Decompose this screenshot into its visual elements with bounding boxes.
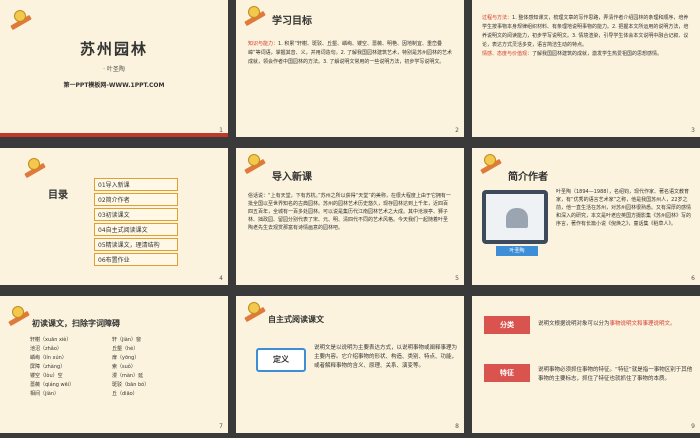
body-text: 1. 整体感知课文，梳理文章的写作思路，弄清作者介绍园林的条理和顺序，培养学生按… [482,15,689,48]
slide-number: 8 [455,423,459,430]
slide-thumbnail-9[interactable]: 分类 说明文根据说明对象可以分为事物说明文和事理说明文。 特征 说明事物必须抓住… [472,296,700,433]
vocab-item: 轩榭（xuān xiè） [30,337,72,343]
slide-body: 叶圣陶（1894—1988），名绍钧，现代作家、著名语文教育家，有“优秀的语言艺… [556,189,692,227]
vocab-item: 池沼（zhǎo） [30,346,62,352]
slide-thumbnail-2[interactable]: 学习目标 知识与能力：1. 积累“轩榭、斑驳、丘壑、嶙峋、镂空、蔷薇、明艳、因地… [236,0,464,137]
bottom-bar [0,133,228,137]
vocab-item: 丘（diāo） [112,391,138,397]
label: 过程与方法： [482,15,513,21]
body-text: 了解我国园林建筑的成就，激发学生热爱祖国的思想感情。 [532,51,663,57]
toc-item[interactable]: 04自主式阅读课文 [94,223,178,236]
vocab-item: 嶙峋（lín xún） [30,355,67,361]
toc-item[interactable]: 02简介作者 [94,193,178,206]
slide-thumbnail-5[interactable]: 导入新课 俗话说：“上有天堂，下有苏杭。”苏州之所以获得“天堂”的美称，在很大程… [236,148,464,285]
slide-thumbnail-7[interactable]: 初读课文，扫除字词障碍 轩榭（xuān xiè） 池沼（zhǎo） 嶙峋（lín x… [0,296,228,433]
tablet-icon [482,190,548,244]
author-caption: 叶圣陶 [496,246,538,256]
vocab-item: 索（suǒ） [112,364,136,370]
pencil-mascot-icon [8,10,34,31]
slide-body: 知识与能力：1. 积累“轩榭、斑驳、丘壑、嶙峋、镂空、蔷薇、明艳、因地制宜、重峦… [248,40,452,67]
slide-body-1: 说明文根据说明对象可以分为事物说明文和事理说明文。 [538,320,694,329]
toc-heading: 目录 [48,190,68,201]
slide-number: 3 [691,127,695,134]
pencil-mascot-icon [6,306,32,327]
vocab-list-right: 轩（jiàn）窗 丘壑（hè） 扉（yōng） 索（suǒ） 漫（màn）延 斑驳（bān… [112,336,202,399]
slide-title: 学习目标 [272,16,312,27]
pencil-mascot-icon [242,6,268,27]
body-text: 说明文根据说明对象可以分为 [538,321,610,327]
slide-thumbnail-6[interactable]: 简介作者 叶圣陶 叶圣陶（1894—1988），名绍钧，现代作家、著名语文教育家… [472,148,700,285]
slide-title: 苏州园林 [79,40,148,58]
pencil-mascot-icon [22,158,48,179]
author: · 叶圣陶 [103,66,125,73]
slide-body: 说明文是以说明为主要表达方式，以说明事物或阐释事理为主要内容。它介绍事物的形状、… [314,345,458,369]
footer-link: 第一PPT模板网-WWW.1PPT.COM [63,82,165,89]
slide-body: 俗话说：“上有天堂，下有苏杭。”苏州之所以获得“天堂”的美称，在很大程度上由于它… [248,193,451,231]
slide-title: 导入新课 [272,172,312,183]
slide-thumbnail-8[interactable]: 自主式阅读课文 定义 说明文是以说明为主要表达方式，以说明事物或阐释事理为主要内… [236,296,464,433]
toc-item[interactable]: 01导入新课 [94,178,178,191]
slide-thumbnail-3[interactable]: 过程与方法：1. 整体感知课文，梳理文章的写作思路，弄清作者介绍园林的条理和顺序… [472,0,700,137]
toc-item[interactable]: 03初读课文 [94,208,178,221]
vocab-item: 屏障（zhàng） [30,364,66,370]
vocab-item: 相间（jiàn） [30,391,60,397]
slide-number: 2 [455,127,459,134]
toc-list: 01导入新课 02简介作者 03初读课文 04自主式阅读课文 05精读课文，理清结构 06… [94,178,178,268]
slide-thumbnail-4[interactable]: 目录 01导入新课 02简介作者 03初读课文 04自主式阅读课文 05精读课文，理清结… [0,148,228,285]
slide-body: 过程与方法：1. 整体感知课文，梳理文章的写作思路，弄清作者介绍园林的条理和顺序… [482,14,690,59]
label: 知识与能力： [248,41,279,47]
vocab-item: 斑驳（bān bó） [112,382,150,388]
vocab-item: 漫（màn）延 [112,373,144,379]
slide-number: 4 [219,275,223,282]
label: 情感、态度与价值观： [482,51,533,57]
vocab-list-left: 轩榭（xuān xiè） 池沼（zhǎo） 嶙峋（lín xún） 屏障（zhàng）… [30,336,110,399]
slide-title: 简介作者 [508,172,548,183]
slide-number: 7 [219,423,223,430]
definition-tag: 定义 [256,348,306,372]
toc-item[interactable]: 05精读课文，理清结构 [94,238,178,251]
slide-title: 初读课文，扫除字词障碍 [32,319,120,328]
slide-number: 9 [691,423,695,430]
vocab-item: 轩（jiàn）窗 [112,337,142,343]
pencil-mascot-icon [478,154,504,175]
vocab-item: 丘壑（hè） [112,346,139,352]
vocab-item: 镂空（lòu）空 [30,373,63,379]
slide-thumbnail-1[interactable]: 苏州园林 · 叶圣陶 第一PPT模板网-WWW.1PPT.COM 1 [0,0,228,137]
highlight-text: 事物说明文和事理说明文。 [609,321,676,327]
toc-item[interactable]: 06布置作业 [94,253,178,266]
vocab-item: 扉（yōng） [112,355,140,361]
body-text: 1. 积累“轩榭、斑驳、丘壑、嶙峋、镂空、蔷薇、明艳、因地制宜、重峦叠嶂”等词语… [248,41,452,65]
category-tag: 分类 [484,316,530,334]
vocab-item: 蔷薇（qiáng wēi） [30,382,75,388]
slide-body-2: 说明事物必须抓住事物的特征。“特征”就是指一事物区别于其他事物的主要标志，抓住了… [538,367,693,382]
pencil-mascot-icon [242,302,268,323]
pencil-mascot-icon [242,154,268,175]
slide-number: 6 [691,275,695,282]
slide-title: 自主式阅读课文 [268,315,324,324]
feature-tag: 特征 [484,364,530,382]
slide-number: 5 [455,275,459,282]
slide-number: 1 [219,127,223,134]
